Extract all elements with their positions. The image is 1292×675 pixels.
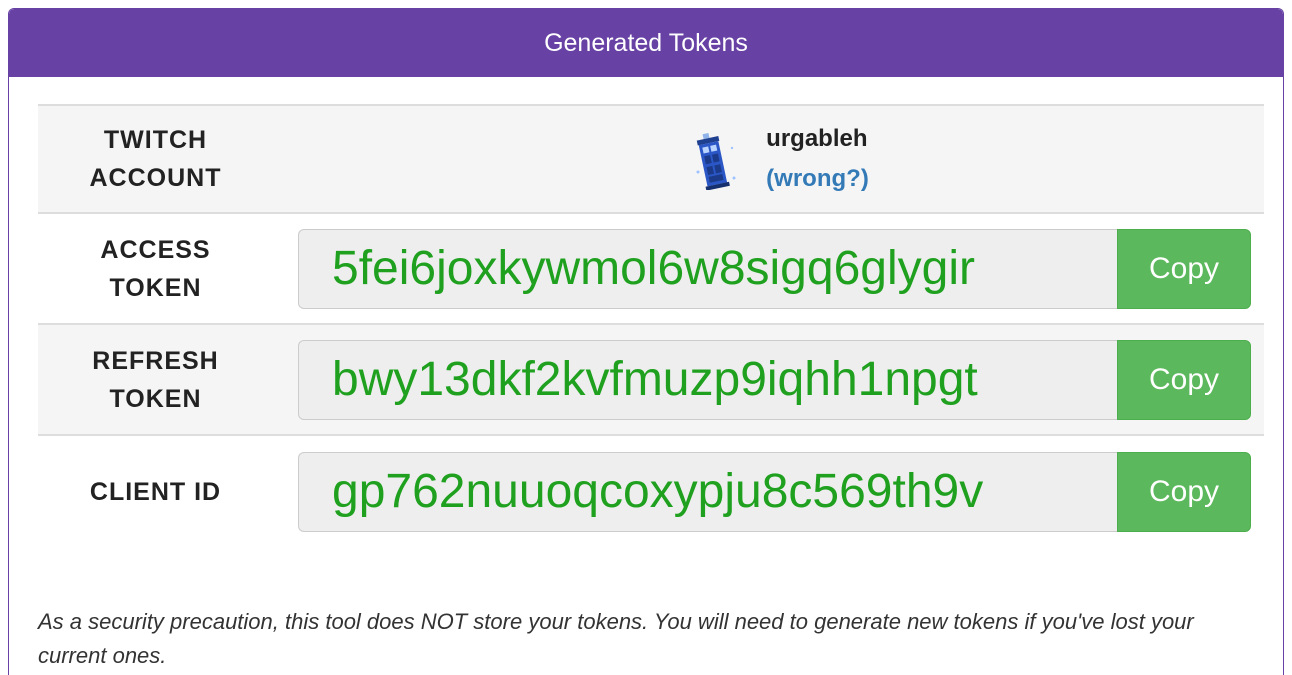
account-cell: urgableh (wrong?) xyxy=(283,119,1264,199)
access-token-group: Copy xyxy=(298,228,1251,309)
generated-tokens-panel: Generated Tokens TWITCH ACCOUNT urgableh… xyxy=(8,8,1284,675)
account-info: urgableh (wrong?) xyxy=(690,119,869,199)
refresh-token-group: Copy xyxy=(298,339,1251,420)
panel-title: Generated Tokens xyxy=(9,9,1283,77)
access-token-label: ACCESS TOKEN xyxy=(38,231,283,307)
label-line: CLIENT ID xyxy=(89,477,222,506)
copy-client-id-button[interactable]: Copy xyxy=(1117,451,1251,532)
client-id-group: Copy xyxy=(298,451,1251,532)
label-line: TWITCH xyxy=(103,126,208,154)
user-text: urgableh (wrong?) xyxy=(766,119,869,199)
twitch-account-label: TWITCH ACCOUNT xyxy=(38,121,283,197)
client-id-row: CLIENT ID Copy xyxy=(38,436,1264,547)
label-line: REFRESH xyxy=(92,346,219,375)
refresh-token-input[interactable] xyxy=(298,339,1117,420)
username: urgableh xyxy=(766,125,868,152)
copy-access-token-button[interactable]: Copy xyxy=(1117,228,1251,309)
access-token-row: ACCESS TOKEN Copy xyxy=(38,214,1264,325)
label-line: ACCOUNT xyxy=(89,164,222,192)
label-line: TOKEN xyxy=(109,273,202,302)
wrong-account-link[interactable]: (wrong?) xyxy=(766,159,869,199)
refresh-token-label: REFRESH TOKEN xyxy=(38,342,283,418)
client-id-input[interactable] xyxy=(298,451,1117,532)
refresh-token-row: REFRESH TOKEN Copy xyxy=(38,325,1264,436)
tokens-table: TWITCH ACCOUNT urgableh (wrong?) ACCESS … xyxy=(38,104,1264,547)
label-line: TOKEN xyxy=(109,384,202,413)
twitch-account-row: TWITCH ACCOUNT urgableh (wrong?) xyxy=(38,106,1264,214)
access-token-input[interactable] xyxy=(298,228,1117,309)
copy-refresh-token-button[interactable]: Copy xyxy=(1117,339,1251,420)
security-notice: As a security precaution, this tool does… xyxy=(38,609,1194,668)
client-id-label: CLIENT ID xyxy=(38,473,283,511)
label-line: ACCESS xyxy=(100,235,211,264)
tardis-avatar-icon xyxy=(696,133,736,190)
